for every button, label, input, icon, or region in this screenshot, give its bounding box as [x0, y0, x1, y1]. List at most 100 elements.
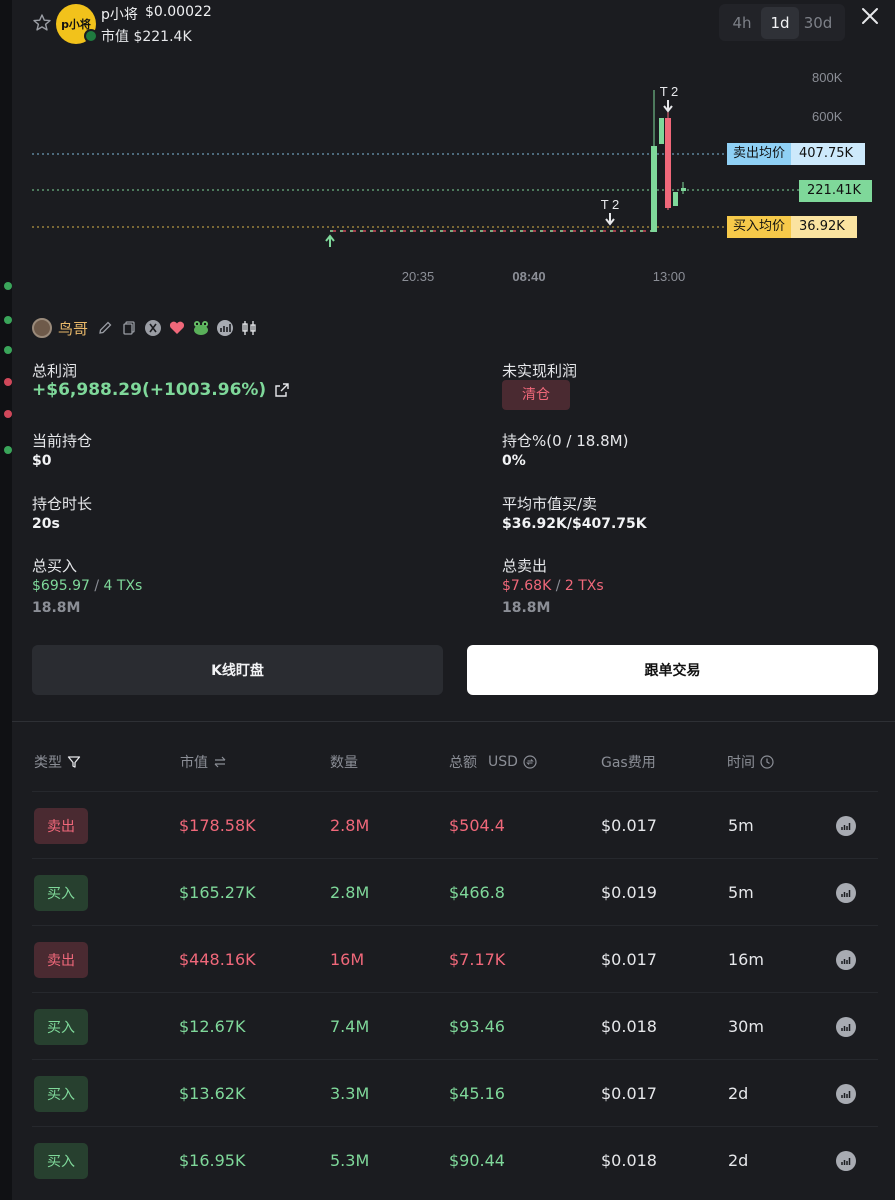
clear-position-button[interactable]: 清仓 — [502, 380, 570, 410]
copy-icon[interactable] — [120, 319, 138, 337]
status-dot — [4, 346, 12, 354]
timeframe-30d[interactable]: 30d — [799, 7, 837, 39]
current-price-value: 221.41K — [799, 180, 872, 202]
table-row[interactable]: 买入 $13.62K 3.3M $45.16 $0.017 2d — [32, 1059, 878, 1126]
trade-time: 16m — [728, 950, 764, 969]
total-sell-amount: $7.68K — [502, 578, 552, 594]
candle-green — [673, 192, 678, 206]
copy-trade-button[interactable]: 跟单交易 — [467, 645, 878, 695]
buy-marker-arrow-icon — [325, 234, 335, 247]
table-row[interactable]: 卖出 $178.58K 2.8M $504.4 $0.017 5m — [32, 791, 878, 858]
trade-gas: $0.018 — [601, 1017, 657, 1036]
close-icon[interactable] — [860, 6, 880, 26]
timeframe-1d[interactable]: 1d — [761, 6, 799, 39]
trade-gas: $0.019 — [601, 883, 657, 902]
trade-qty: 16M — [330, 950, 365, 969]
sell-marker-arrow-icon — [663, 100, 673, 113]
tx-detail-icon[interactable] — [836, 882, 856, 903]
duration-label: 持仓时长 — [32, 495, 93, 513]
trade-type-badge: 买入 — [34, 1142, 88, 1179]
tx-detail-icon[interactable] — [836, 1150, 856, 1171]
x-tick-label: 20:35 — [402, 269, 435, 284]
edit-icon[interactable] — [96, 319, 114, 337]
frog-icon[interactable] — [192, 319, 210, 337]
token-mcap: 市值 $221.4K — [101, 26, 192, 46]
trade-qty: 2.8M — [330, 816, 370, 835]
trade-gas: $0.017 — [601, 950, 657, 969]
divider — [12, 721, 895, 722]
trade-type-badge: 买入 — [34, 874, 88, 911]
table-row[interactable]: 买入 $16.95K 5.3M $90.44 $0.018 2d — [32, 1126, 878, 1193]
col-header-time-label: 时间 — [727, 755, 755, 771]
marker-label: T 2 — [660, 84, 679, 99]
timeframe-4h[interactable]: 4h — [723, 7, 761, 39]
x-tick-label: 08:40 — [512, 269, 545, 284]
x-twitter-icon[interactable] — [144, 319, 162, 337]
total-pnl-label: 总利润 — [32, 362, 78, 380]
buy-avg-label: 买入均价 — [727, 216, 792, 238]
holding-value: $0 — [32, 453, 52, 469]
table-row[interactable]: 买入 $165.27K 2.8M $466.8 $0.019 5m — [32, 858, 878, 925]
unrealized-pnl-label: 未实现利润 — [502, 362, 578, 380]
tx-detail-icon[interactable] — [836, 815, 856, 836]
avatar[interactable] — [32, 318, 52, 338]
trade-gas: $0.018 — [601, 1151, 657, 1170]
total-sell-txs: 2 TXs — [564, 578, 604, 594]
trade-type-badge: 买入 — [34, 1008, 88, 1045]
col-header-total-unit: USD — [488, 754, 518, 770]
table-row[interactable]: 卖出 $448.16K 16M $7.17K $0.017 16m — [32, 925, 878, 992]
price-chart: T 2 T 2 B 2 800K 600K 20:35 08:40 13:00 — [32, 70, 843, 284]
candle-green — [681, 188, 686, 191]
candle-red — [665, 118, 671, 208]
trade-type-badge: 卖出 — [34, 941, 88, 978]
trade-total: $466.8 — [449, 883, 505, 902]
total-pnl-value: +$6,988.29(+1003.96%) — [32, 380, 267, 400]
trade-time: 5m — [728, 883, 754, 902]
clock-icon[interactable] — [760, 755, 774, 769]
trade-time: 30m — [728, 1017, 764, 1036]
sell-avg-value: 407.75K — [791, 143, 866, 165]
buy-avg-tag: 买入均价 36.92K — [727, 216, 858, 238]
col-header-gas: Gas费用 — [601, 752, 656, 772]
trade-mcap: $13.62K — [179, 1084, 246, 1103]
platform-badge-icon — [84, 29, 98, 43]
trade-total: $504.4 — [449, 816, 505, 835]
candlestick-icon[interactable] — [240, 319, 258, 337]
col-header-type-label: 类型 — [34, 755, 62, 771]
kline-watch-button[interactable]: K线盯盘 — [32, 645, 443, 695]
col-header-type[interactable]: 类型 — [34, 752, 81, 772]
total-sell-line: $7.68K / 2 TXs — [502, 578, 604, 594]
col-header-mcap[interactable]: 市值 — [180, 752, 227, 772]
tx-detail-icon[interactable] — [836, 949, 856, 970]
trader-name[interactable]: 鸟哥 — [58, 318, 88, 339]
tx-detail-icon[interactable] — [836, 1083, 856, 1104]
trade-total: $93.46 — [449, 1017, 505, 1036]
duration-value: 20s — [32, 516, 60, 532]
avg-mcap-label: 平均市值买/卖 — [502, 495, 598, 513]
col-header-total[interactable]: 总额 USD — [449, 752, 537, 772]
col-header-mcap-label: 市值 — [180, 755, 208, 771]
chart-analysis-icon[interactable] — [216, 319, 234, 337]
heart-icon[interactable] — [168, 319, 186, 337]
holding-label: 当前持仓 — [32, 432, 93, 450]
col-header-time[interactable]: 时间 — [727, 752, 774, 772]
sort-icon[interactable] — [213, 755, 227, 769]
trade-qty: 7.4M — [330, 1017, 370, 1036]
mcap-value: $221.4K — [133, 29, 192, 45]
current-price-tag: 221.41K — [799, 180, 872, 202]
tx-detail-icon[interactable] — [836, 1016, 856, 1037]
total-buy-qty: 18.8M — [32, 600, 81, 616]
filter-icon[interactable] — [67, 755, 81, 769]
total-pnl: +$6,988.29(+1003.96%) — [32, 380, 290, 400]
trade-qty: 2.8M — [330, 883, 370, 902]
external-link-icon[interactable] — [274, 382, 290, 398]
currency-switch-icon[interactable] — [523, 755, 537, 769]
trade-gas: $0.017 — [601, 1084, 657, 1103]
col-header-qty: 数量 — [330, 752, 358, 772]
marker-label: T 2 — [601, 197, 620, 212]
status-dot — [4, 282, 12, 290]
total-buy-line: $695.97 / 4 TXs — [32, 578, 142, 594]
status-dot — [4, 410, 12, 418]
table-row[interactable]: 买入 $12.67K 7.4M $93.46 $0.018 30m — [32, 992, 878, 1059]
favorite-star-icon[interactable] — [32, 13, 52, 33]
